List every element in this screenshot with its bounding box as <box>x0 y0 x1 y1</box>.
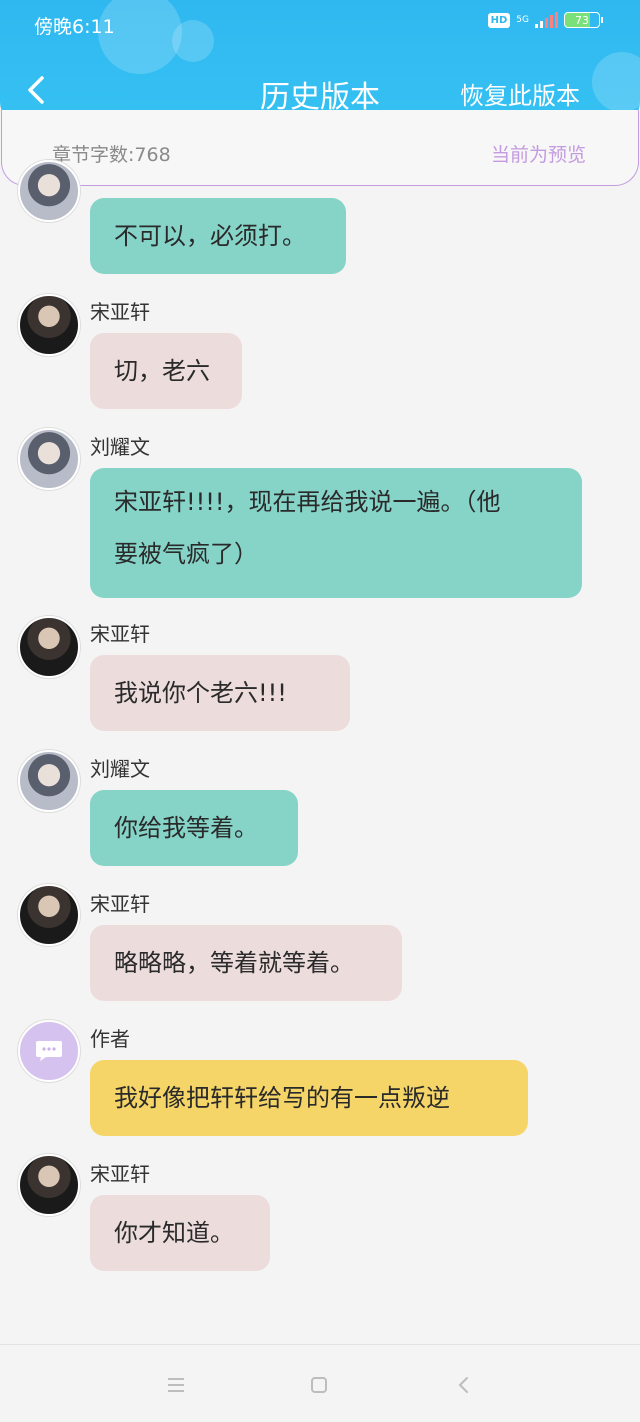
status-bar: 傍晚6:11 HD 5G 73 <box>0 0 640 50</box>
decor-circle <box>592 52 640 112</box>
signal-icon <box>535 12 558 28</box>
menu-icon <box>168 1378 184 1392</box>
app-header: 傍晚6:11 HD 5G 73 历史版本 恢复此版本 <box>0 0 640 124</box>
word-count: 章节字数:768 <box>52 144 171 166</box>
home-icon <box>311 1377 327 1393</box>
battery-level: 73 <box>575 13 589 27</box>
message-line: 宋亚轩!!!!，现在再给我说一遍。（他 <box>114 488 501 516</box>
message-bubble: 你给我等着。 <box>90 790 298 866</box>
sender-name: 宋亚轩 <box>90 300 150 324</box>
author-avatar[interactable] <box>18 1020 80 1082</box>
preview-status: 当前为预览 <box>490 144 586 166</box>
message-bubble: 切，老六 <box>90 333 242 409</box>
nav-back-button[interactable] <box>450 1371 478 1399</box>
menu-button[interactable] <box>162 1371 190 1399</box>
hd-badge: HD <box>487 12 511 28</box>
sender-name: 宋亚轩 <box>90 1162 150 1186</box>
back-chevron-icon <box>28 76 44 104</box>
home-button[interactable] <box>305 1371 333 1399</box>
sender-name: 刘耀文 <box>90 757 150 781</box>
sender-name: 宋亚轩 <box>90 622 150 646</box>
avatar[interactable] <box>18 160 80 222</box>
message-bubble: 略略略，等着就等着。 <box>90 925 402 1001</box>
avatar[interactable] <box>18 750 80 812</box>
sender-name: 刘耀文 <box>90 435 150 459</box>
sender-name: 宋亚轩 <box>90 892 150 916</box>
message-bubble: 我好像把轩轩给写的有一点叛逆 <box>90 1060 528 1136</box>
restore-version-button[interactable]: 恢复此版本 <box>460 76 580 111</box>
message-bubble: 宋亚轩!!!!，现在再给我说一遍。（他 要被气疯了） <box>90 468 582 598</box>
message-bubble: 你才知道。 <box>90 1195 270 1271</box>
message-bubble: 不可以，必须打。 <box>90 198 346 274</box>
chat-bubble-icon <box>36 1041 62 1061</box>
sender-name: 作者 <box>90 1027 130 1051</box>
message-bubble: 我说你个老六!!! <box>90 655 350 731</box>
system-nav-bar <box>0 1344 640 1422</box>
avatar[interactable] <box>18 884 80 946</box>
back-icon <box>458 1377 468 1393</box>
message-line: 要被气疯了） <box>114 540 258 568</box>
status-icons: HD 5G 73 <box>487 12 603 28</box>
network-label: 5G <box>516 15 529 25</box>
avatar[interactable] <box>18 294 80 356</box>
battery-icon: 73 <box>564 12 603 28</box>
back-button[interactable] <box>22 72 52 108</box>
avatar[interactable] <box>18 1154 80 1216</box>
avatar[interactable] <box>18 616 80 678</box>
avatar[interactable] <box>18 428 80 490</box>
status-time: 傍晚6:11 <box>34 16 115 38</box>
